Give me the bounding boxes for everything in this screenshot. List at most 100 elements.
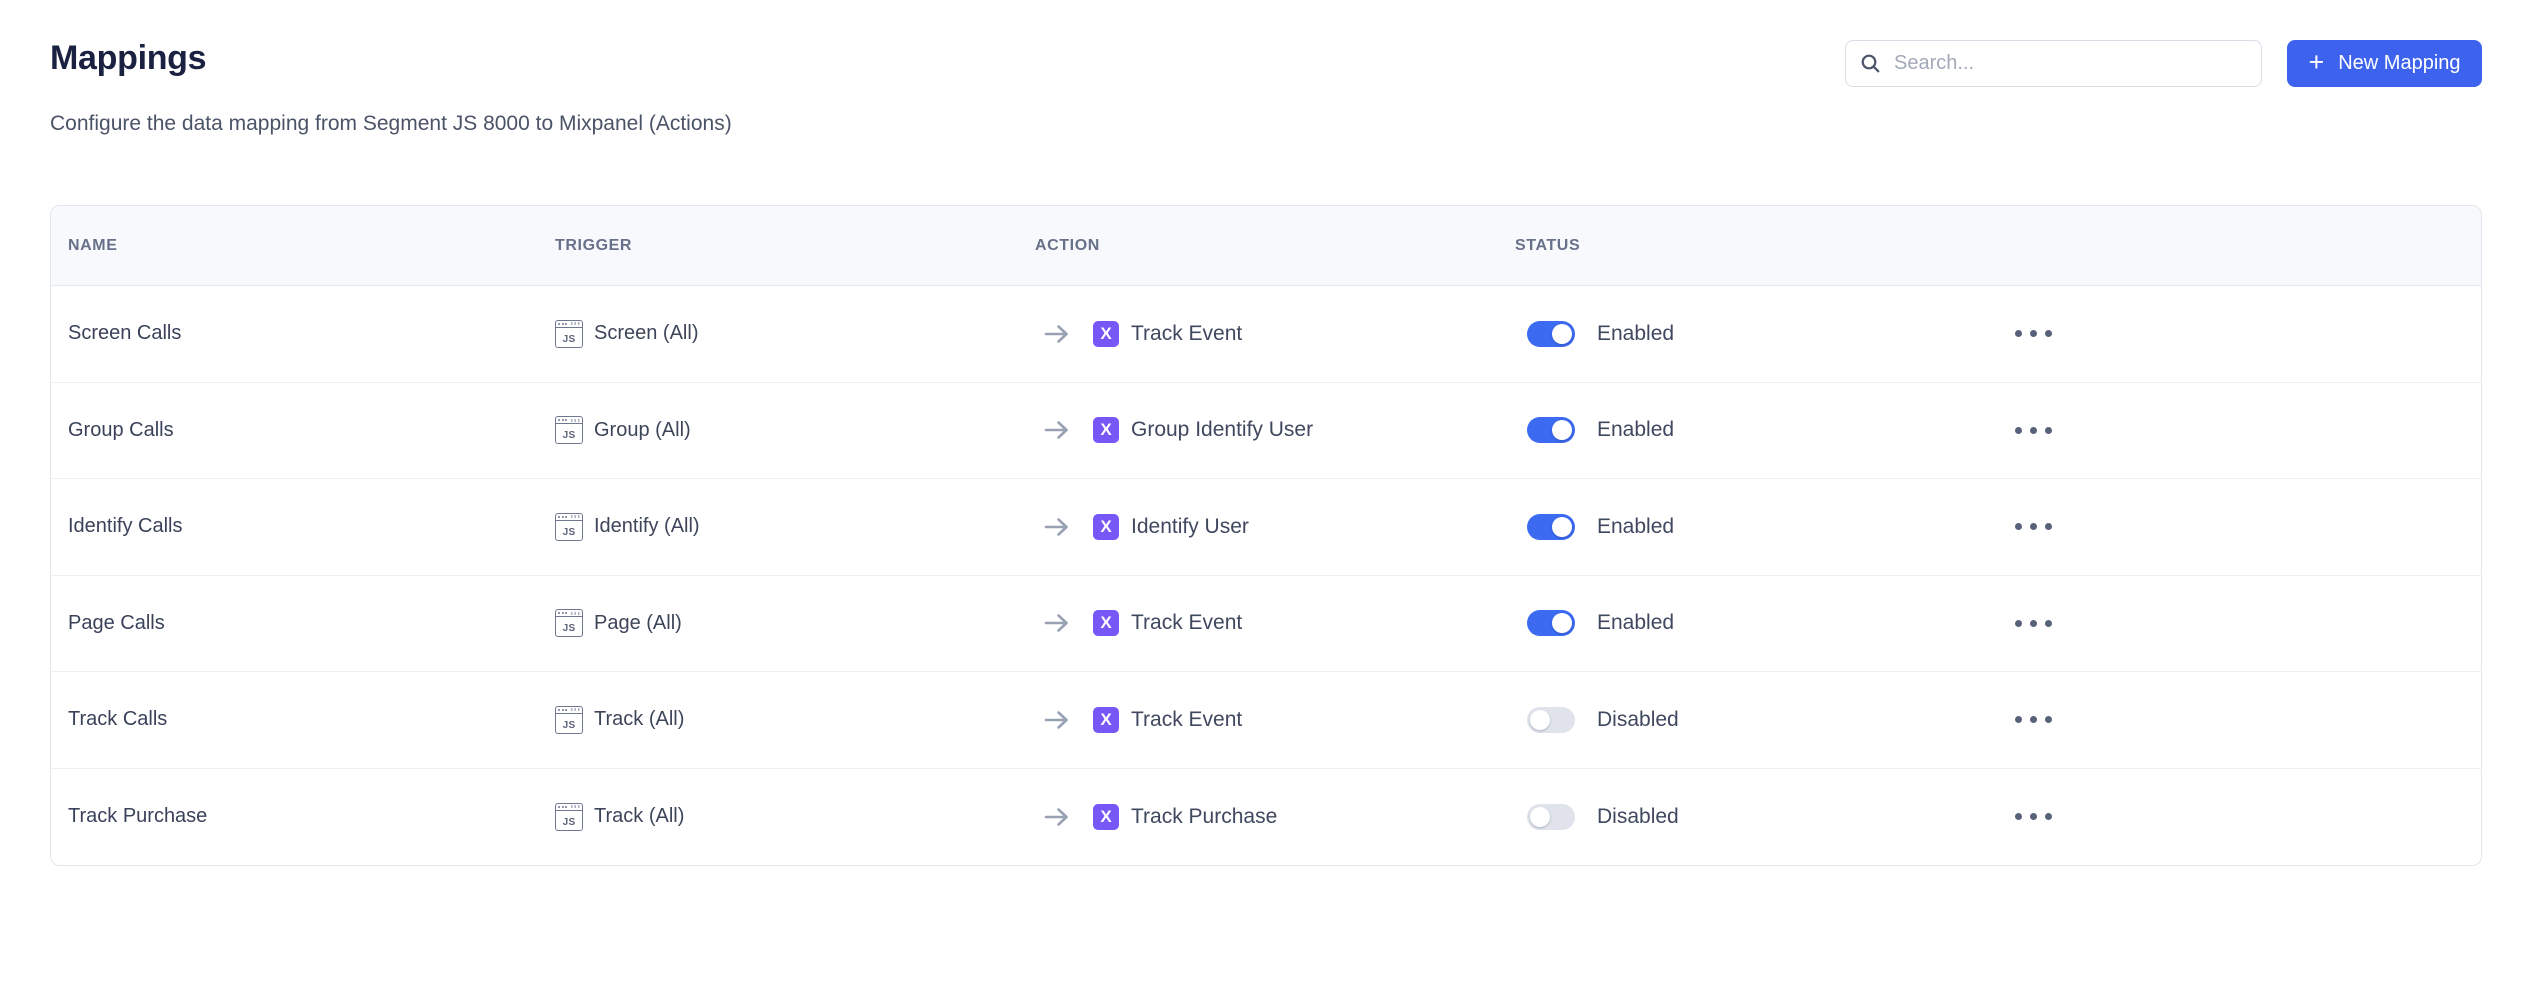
mapping-name: Track Purchase [68,805,207,828]
action-cell: X Track Event [1018,707,1498,733]
mixpanel-icon: X [1093,514,1119,540]
table-body: Screen Calls JS Screen (All) X Track Eve… [51,286,2481,865]
trigger-label: Page (All) [594,612,682,635]
mixpanel-icon: X [1093,417,1119,443]
top-bar: Mappings + New Mapping [50,0,2482,87]
arrow-right-icon [1043,516,1071,538]
plus-icon: + [2308,49,2324,76]
action-label: Track Purchase [1131,805,1277,829]
action-cell: X Track Purchase [1018,804,1498,830]
action-cell: X Track Event [1018,610,1498,636]
row-menu-button[interactable] [2013,614,2054,633]
segment-js-source-icon: JS [555,706,583,734]
toolbar: + New Mapping [1845,40,2482,87]
table-row[interactable]: Screen Calls JS Screen (All) X Track Eve… [51,286,2481,383]
menu-cell [1978,710,2481,729]
status-label: Disabled [1597,805,1679,829]
trigger-cell: JS Identify (All) [538,513,1018,541]
segment-js-source-icon: JS [555,513,583,541]
column-header-status: STATUS [1498,237,1978,255]
mixpanel-icon: X [1093,804,1119,830]
arrow-right-icon [1043,612,1071,634]
segment-js-source-icon: JS [555,416,583,444]
menu-cell [1978,517,2481,536]
name-cell: Identify Calls [51,515,538,538]
status-toggle[interactable] [1527,610,1575,636]
trigger-cell: JS Group (All) [538,416,1018,444]
row-menu-button[interactable] [2013,807,2054,826]
mixpanel-icon: X [1093,321,1119,347]
menu-cell [1978,421,2481,440]
table-row[interactable]: Identify Calls JS Identify (All) X Ident… [51,479,2481,576]
action-cell: X Identify User [1018,514,1498,540]
row-menu-button[interactable] [2013,421,2054,440]
new-mapping-button[interactable]: + New Mapping [2287,40,2482,87]
action-label: Group Identify User [1131,418,1313,442]
menu-cell [1978,807,2481,826]
trigger-cell: JS Page (All) [538,609,1018,637]
status-toggle[interactable] [1527,707,1575,733]
row-menu-button[interactable] [2013,710,2054,729]
status-label: Enabled [1597,515,1674,539]
column-header-name: NAME [51,237,538,255]
mapping-name: Page Calls [68,612,165,635]
status-toggle[interactable] [1527,514,1575,540]
arrow-right-icon [1043,323,1071,345]
status-cell: Enabled [1498,610,1978,636]
arrow-right-icon [1043,709,1071,731]
search-icon [1860,53,1881,74]
search-input[interactable] [1892,51,2247,76]
row-menu-button[interactable] [2013,517,2054,536]
trigger-label: Identify (All) [594,515,700,538]
trigger-label: Group (All) [594,419,691,442]
action-label: Track Event [1131,708,1242,732]
arrow-right-icon [1043,419,1071,441]
table-row[interactable]: Group Calls JS Group (All) X Group Ident… [51,383,2481,480]
name-cell: Screen Calls [51,322,538,345]
status-toggle[interactable] [1527,321,1575,347]
row-menu-button[interactable] [2013,324,2054,343]
new-mapping-label: New Mapping [2338,52,2460,75]
action-label: Track Event [1131,611,1242,635]
table-row[interactable]: Page Calls JS Page (All) X Track Event E… [51,576,2481,673]
column-header-action: ACTION [1018,237,1498,255]
trigger-label: Screen (All) [594,322,698,345]
arrow-right-icon [1043,806,1071,828]
status-label: Disabled [1597,708,1679,732]
mapping-name: Group Calls [68,419,174,442]
trigger-label: Track (All) [594,805,684,828]
name-cell: Track Purchase [51,805,538,828]
mixpanel-icon: X [1093,707,1119,733]
mappings-page: Mappings + New Mapping Configure the dat… [0,0,2532,866]
search-box[interactable] [1845,40,2262,87]
status-label: Enabled [1597,418,1674,442]
segment-js-source-icon: JS [555,320,583,348]
action-label: Identify User [1131,515,1249,539]
status-cell: Disabled [1498,804,1978,830]
column-header-trigger: TRIGGER [538,237,1018,255]
status-cell: Enabled [1498,417,1978,443]
mappings-table: NAME TRIGGER ACTION STATUS Screen Calls … [50,205,2482,866]
status-cell: Enabled [1498,321,1978,347]
name-cell: Track Calls [51,708,538,731]
segment-js-source-icon: JS [555,609,583,637]
name-cell: Group Calls [51,419,538,442]
table-row[interactable]: Track Purchase JS Track (All) X Track Pu… [51,769,2481,866]
mapping-name: Screen Calls [68,322,181,345]
mapping-name: Identify Calls [68,515,183,538]
table-row[interactable]: Track Calls JS Track (All) X Track Event… [51,672,2481,769]
trigger-cell: JS Track (All) [538,706,1018,734]
status-label: Enabled [1597,322,1674,346]
status-toggle[interactable] [1527,417,1575,443]
action-cell: X Group Identify User [1018,417,1498,443]
page-subtitle: Configure the data mapping from Segment … [50,110,2482,138]
menu-cell [1978,324,2481,343]
trigger-cell: JS Track (All) [538,803,1018,831]
action-label: Track Event [1131,322,1242,346]
status-label: Enabled [1597,611,1674,635]
page-title: Mappings [50,36,206,80]
action-cell: X Track Event [1018,321,1498,347]
mapping-name: Track Calls [68,708,167,731]
status-toggle[interactable] [1527,804,1575,830]
mixpanel-icon: X [1093,610,1119,636]
